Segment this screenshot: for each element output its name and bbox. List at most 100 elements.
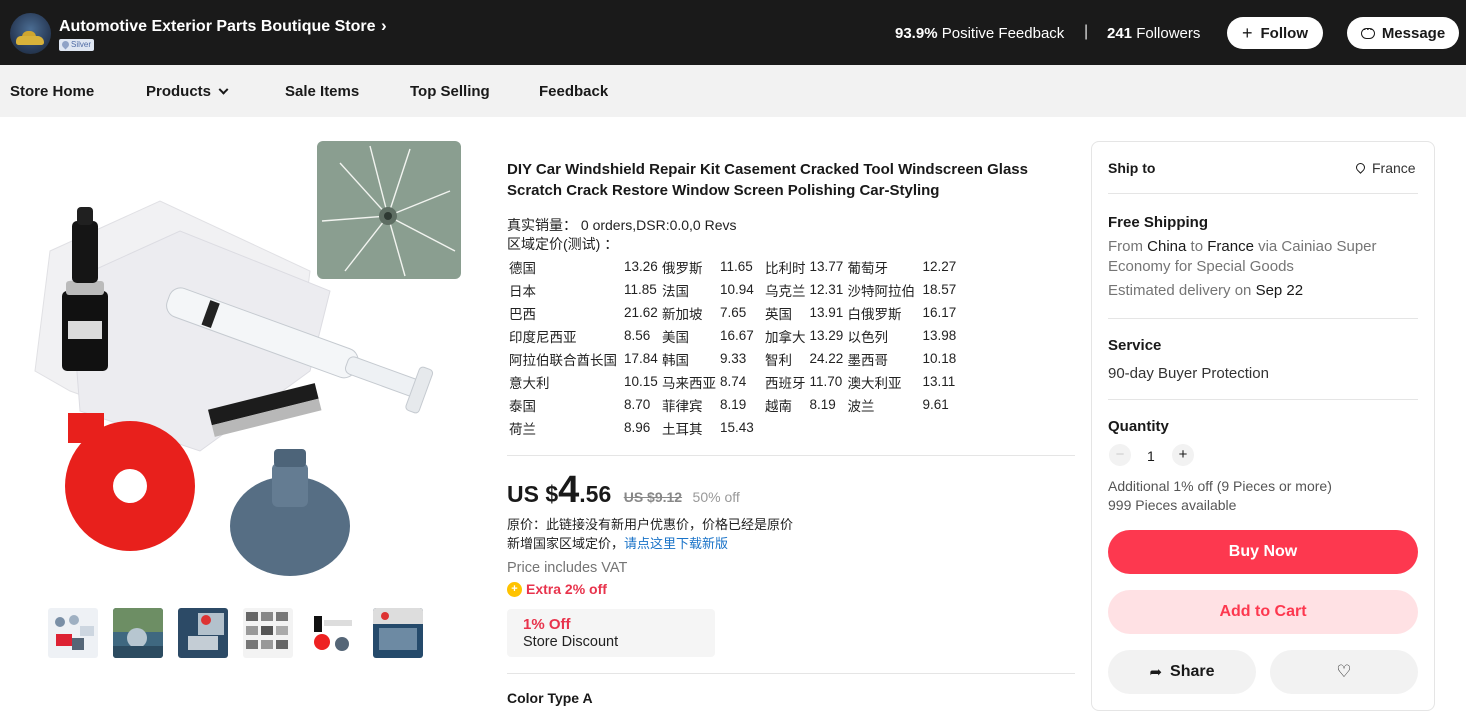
region-country-cell: 荷兰 (509, 421, 536, 437)
region-price-cell: 13.91 (809, 305, 844, 320)
feedback-label: Positive Feedback (941, 25, 1065, 42)
region-price-cell: 16.67 (720, 328, 754, 343)
extra-off-label: Extra 2% off (526, 581, 607, 597)
message-button[interactable]: Message (1347, 17, 1459, 49)
vat-note: Price includes VAT (507, 560, 628, 576)
followers-count: 241 Followers (1107, 25, 1200, 42)
ship-to-selector[interactable]: France (1354, 160, 1416, 176)
region-country-cell: 白俄罗斯 (847, 306, 902, 322)
region-country-cell (846, 416, 921, 439)
share-button[interactable]: ➦ Share (1108, 650, 1256, 694)
route-from: From (1108, 238, 1143, 255)
quantity-decrease-button[interactable]: − (1109, 444, 1131, 466)
region-price-cell: 17.84 (624, 351, 658, 366)
thumbnail-5[interactable] (308, 608, 358, 658)
delivery-prefix: Estimated delivery on (1108, 282, 1252, 299)
product-title: DIY Car Windshield Repair Kit Casement C… (507, 161, 1028, 199)
region-price-cell: 9.33 (720, 351, 747, 366)
message-label: Message (1381, 24, 1446, 42)
thumbnail-3[interactable] (178, 608, 228, 658)
quantity-increase-button[interactable]: + (1172, 444, 1194, 466)
thumbnail-6[interactable] (373, 608, 423, 658)
estimated-delivery: Estimated delivery on Sep 22 (1108, 282, 1303, 299)
region-country-cell: 加拿大 (765, 329, 806, 345)
region-country-cell: 德国 (509, 260, 536, 276)
free-shipping-label: Free Shipping (1108, 214, 1209, 231)
discount-percent: 50% off (692, 489, 740, 505)
download-link[interactable]: 请点这里下载新版 (624, 536, 728, 551)
nav-products-label: Products (146, 83, 212, 100)
quantity-input[interactable]: 1 (1147, 448, 1155, 464)
shipping-route: From China to France via Cainiao Super (1108, 238, 1377, 255)
add-to-cart-button[interactable]: Add to Cart (1108, 590, 1418, 634)
feedback-value: 93.9% (895, 25, 938, 42)
store-discount-label: Store Discount (523, 634, 619, 650)
region-country-cell: 美国 (662, 329, 689, 345)
nav-products[interactable]: Products (146, 83, 229, 100)
ship-to-country: France (1372, 160, 1416, 176)
region-price-cell: 10.18 (922, 351, 957, 366)
current-price: US $4.56 US $9.12 50% off (507, 469, 740, 512)
share-label: Share (1170, 663, 1215, 680)
buy-now-button[interactable]: Buy Now (1108, 530, 1418, 574)
follow-label: Follow (1260, 24, 1309, 42)
price-notes: 原价：此链接没有新用户优惠价，价格已经是原价 新增国家区域定价，请点这里下载新版 (507, 515, 793, 553)
shipping-method: Economy for Special Goods (1108, 258, 1294, 275)
sales-line: 真实销量： 0 orders,DSR:0.0,0 Revs (507, 217, 737, 233)
product-main-image[interactable] (10, 141, 461, 592)
nav-store-home[interactable]: Store Home (10, 83, 94, 100)
region-country-cell: 墨西哥 (847, 352, 889, 368)
region-country-cell: 西班牙 (765, 375, 806, 391)
service-value[interactable]: 90-day Buyer Protection (1108, 365, 1269, 382)
region-country-cell: 韩国 (662, 352, 689, 368)
region-country-cell: 乌克兰 (765, 283, 806, 299)
price-cents: .56 (579, 481, 612, 507)
region-price-cell: 15.43 (720, 420, 754, 435)
nav-feedback[interactable]: Feedback (539, 83, 608, 100)
region-price-cell: 7.65 (720, 305, 747, 320)
region-country-cell: 印度尼西亚 (509, 329, 577, 345)
region-country-cell: 比利时 (765, 260, 806, 276)
region-price-row: 意大利 10.15 马来西亚 8.74 西班牙 11.70 澳大利亚 13.11 (507, 370, 959, 393)
original-price: US $9.12 (623, 489, 683, 505)
followers-label: Followers (1136, 25, 1201, 42)
store-name-link[interactable]: Automotive Exterior Parts Boutique Store (59, 18, 376, 36)
thumbnail-1[interactable] (48, 608, 98, 658)
region-price-cell: 16.17 (922, 305, 957, 320)
store-logo[interactable] (10, 13, 51, 54)
store-nav: Store Home Products Sale Items Top Selli… (0, 65, 1466, 117)
region-country-cell: 英国 (765, 306, 792, 322)
region-country-cell: 澳大利亚 (847, 375, 902, 391)
wishlist-button[interactable]: ♡ (1270, 650, 1418, 694)
chevron-right-icon[interactable]: › (381, 16, 387, 36)
nav-top-selling[interactable]: Top Selling (410, 83, 490, 100)
region-country-cell: 巴西 (509, 306, 536, 322)
region-price-cell: 18.57 (922, 282, 957, 297)
location-pin-icon (1354, 161, 1367, 174)
follow-button[interactable]: + Follow (1227, 17, 1323, 49)
thumbnail-4[interactable] (243, 608, 293, 658)
region-price-cell: 11.65 (720, 259, 753, 274)
region-note: 新增国家区域定价， (507, 536, 625, 551)
region-price-cell: 13.77 (809, 259, 844, 274)
region-country-cell: 沙特阿拉伯 (847, 283, 916, 299)
store-header: Automotive Exterior Parts Boutique Store… (0, 0, 1466, 65)
region-price-row: 印度尼西亚 8.56 美国 16.67 加拿大 13.29 以色列 13.98 (507, 324, 959, 347)
region-price-row: 德国 13.26 俄罗斯 11.65 比利时 13.77 葡萄牙 12.27 (507, 255, 959, 278)
store-discount-coupon[interactable]: 1% Off Store Discount (507, 609, 715, 657)
price-integer: 4 (558, 469, 580, 511)
region-country-cell: 智利 (765, 352, 792, 368)
region-price-cell: 12.31 (809, 282, 844, 297)
region-price-cell: 12.27 (922, 259, 957, 274)
extra-off[interactable]: + Extra 2% off (507, 581, 607, 597)
bulk-discount-note: Additional 1% off (9 Pieces or more) (1108, 478, 1332, 494)
region-price-cell: 13.98 (922, 328, 957, 343)
store-level-badge: Silver (59, 39, 95, 51)
region-country-cell: 土耳其 (662, 421, 703, 437)
thumbnail-2[interactable] (113, 608, 163, 658)
region-country-cell: 葡萄牙 (847, 260, 889, 276)
followers-value: 241 (1107, 25, 1133, 42)
nav-sale-items[interactable]: Sale Items (285, 83, 359, 100)
color-type-label: Color Type A (507, 690, 593, 706)
region-price-cell: 10.94 (720, 282, 754, 297)
